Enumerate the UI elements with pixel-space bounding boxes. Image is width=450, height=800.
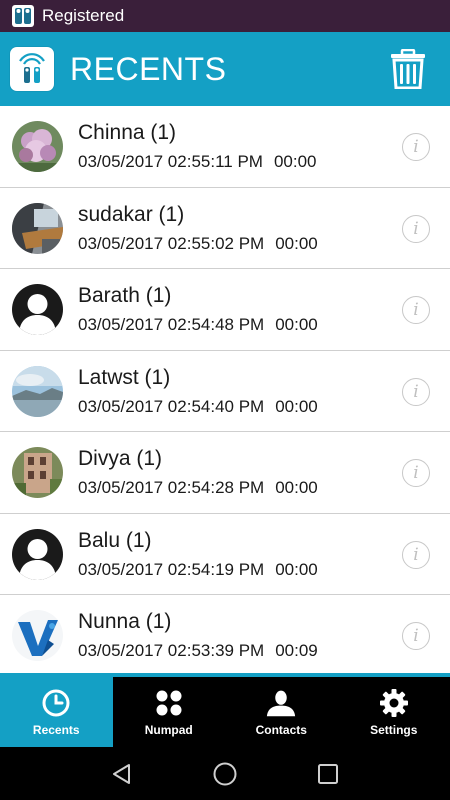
avatar (12, 121, 63, 172)
contact-name: Divya (1) (78, 447, 163, 470)
call-datetime: 03/05/2017 02:53:39 PM (78, 641, 265, 660)
page-title: RECENTS (70, 50, 227, 87)
default-avatar-icon (12, 284, 63, 335)
avatar (12, 447, 63, 498)
default-avatar-icon (12, 528, 63, 580)
avatar (12, 202, 63, 254)
tab-label: Settings (370, 722, 418, 737)
info-icon[interactable]: i (402, 622, 430, 650)
recent-call-row[interactable]: Divya (1) 03/05/2017 02:54:28 PM 00:00 i (0, 432, 450, 514)
call-duration: 00:00 (275, 559, 318, 579)
app-header: RECENTS (0, 32, 450, 106)
person-icon (266, 688, 296, 718)
app-logo (10, 47, 54, 91)
recent-call-row[interactable]: Chinna (1) 03/05/2017 02:55:11 PM 00:00 … (0, 106, 450, 188)
info-icon[interactable]: i (402, 377, 430, 406)
status-bar: Registered (0, 0, 450, 32)
info-icon[interactable]: i (402, 133, 430, 161)
tab-numpad[interactable]: Numpad (113, 677, 226, 747)
call-duration: 00:00 (275, 478, 318, 497)
recents-list: Chinna (1) 03/05/2017 02:55:11 PM 00:00 … (0, 106, 450, 673)
trash-icon[interactable] (378, 39, 438, 99)
info-icon[interactable]: i (402, 214, 430, 243)
call-datetime: 03/05/2017 02:55:02 PM (78, 233, 265, 253)
call-duration: 00:00 (273, 152, 317, 171)
system-nav-bar (0, 747, 450, 800)
gear-icon (379, 688, 409, 718)
call-duration: 00:00 (275, 315, 318, 334)
call-duration: 00:09 (275, 641, 318, 660)
tab-label: Numpad (144, 722, 193, 737)
tab-label: Recents (32, 722, 80, 737)
recent-apps-icon[interactable] (308, 754, 348, 794)
contact-name: Balu (1) (78, 528, 152, 552)
contact-name: Latwst (1) (78, 365, 171, 389)
call-datetime: 03/05/2017 02:54:28 PM (78, 478, 265, 497)
call-datetime: 03/05/2017 02:55:11 PM (78, 152, 263, 171)
info-icon[interactable]: i (402, 296, 430, 324)
clock-icon (41, 688, 71, 718)
home-icon[interactable] (205, 754, 245, 794)
registration-status: Registered (42, 6, 125, 25)
back-icon[interactable] (102, 754, 142, 794)
bottom-tab-bar: Recents Numpad Contacts Settings (0, 677, 450, 747)
call-datetime: 03/05/2017 02:54:48 PM (78, 315, 265, 334)
contact-name: Chinna (1) (78, 121, 177, 144)
numpad-icon (154, 688, 184, 718)
recent-call-row[interactable]: Latwst (1) 03/05/2017 02:54:40 PM 00:00 … (0, 350, 450, 432)
tab-settings[interactable]: Settings (338, 677, 450, 747)
call-datetime: 03/05/2017 02:54:40 PM (78, 396, 265, 416)
recent-call-row[interactable]: Balu (1) 03/05/2017 02:54:19 PM 00:00 i (0, 513, 450, 595)
contact-name: sudakar (1) (78, 202, 185, 226)
info-icon[interactable]: i (402, 540, 430, 569)
contact-name: Nunna (1) (78, 610, 172, 633)
info-icon[interactable]: i (402, 459, 430, 487)
call-duration: 00:00 (275, 233, 318, 253)
recent-call-row[interactable]: Nunna (1) 03/05/2017 02:53:39 PM 00:09 i (0, 595, 450, 673)
recent-call-row[interactable]: Barath (1) 03/05/2017 02:54:48 PM 00:00 … (0, 269, 450, 351)
recent-call-row[interactable]: sudakar (1) 03/05/2017 02:55:02 PM 00:00… (0, 187, 450, 269)
call-duration: 00:00 (275, 396, 318, 416)
app-status-icon (12, 5, 34, 27)
v-logo-avatar (12, 610, 63, 661)
tab-recents[interactable]: Recents (0, 677, 113, 747)
tab-label: Contacts (255, 722, 307, 737)
tab-contacts[interactable]: Contacts (225, 677, 338, 747)
avatar (12, 365, 63, 417)
call-datetime: 03/05/2017 02:54:19 PM (78, 559, 265, 579)
contact-name: Barath (1) (78, 284, 172, 307)
